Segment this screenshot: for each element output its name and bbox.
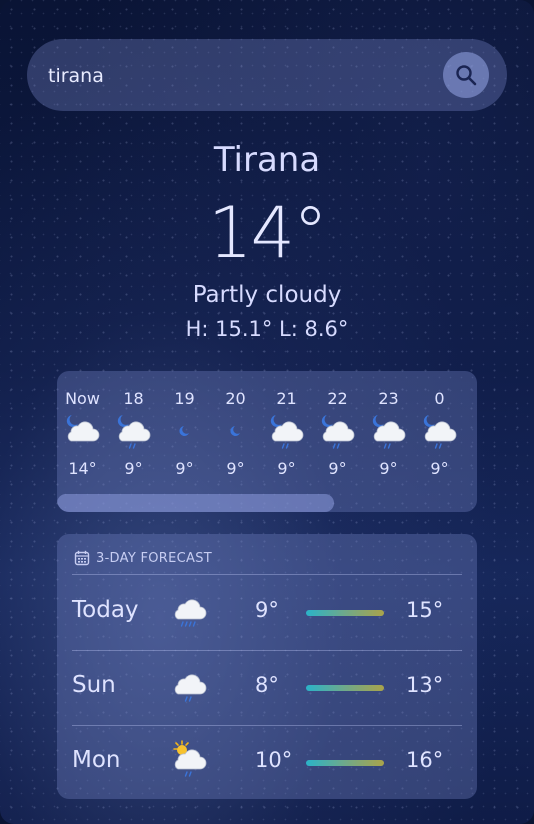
calendar-icon <box>74 550 90 566</box>
hour-time: 20 <box>225 389 246 408</box>
hour-temp: 9° <box>124 459 143 478</box>
current-temperature: 14° <box>207 192 328 274</box>
hourly-item: 20 9° <box>210 371 261 478</box>
temperature-range-bar <box>306 685 384 691</box>
search-button[interactable] <box>443 52 489 98</box>
forecast-high: 16° <box>406 748 444 772</box>
hour-time: 18 <box>123 389 144 408</box>
forecast-icon <box>170 664 210 704</box>
forecast-row: Mon 10° 16° <box>57 725 477 800</box>
forecast-row: Sun 8° 13° <box>57 650 477 725</box>
moon-icon <box>178 426 189 436</box>
moon-cloud-rain-icon <box>321 415 354 449</box>
sun-cloud-rain-icon <box>173 740 207 777</box>
hour-icon <box>414 409 465 453</box>
moon-cloud-rain-icon <box>270 415 303 449</box>
forecast-low: 8° <box>255 673 279 697</box>
forecast-low: 9° <box>255 598 279 622</box>
temperature-range-bar <box>306 610 384 616</box>
cloud-heavy-rain-icon <box>174 599 207 627</box>
search-input[interactable] <box>46 39 430 113</box>
moon-cloud-rain-icon <box>117 415 150 449</box>
forecast-high: 15° <box>406 598 444 622</box>
moon-icon <box>229 426 240 436</box>
current-condition: Partly cloudy <box>192 282 342 308</box>
hourly-item: 19 9° <box>159 371 210 478</box>
hourly-item: 18 9° <box>108 371 159 478</box>
hour-temp: 9° <box>430 459 449 478</box>
search-bar <box>27 39 507 113</box>
hour-temp: 9° <box>226 459 245 478</box>
hourly-scrollbar[interactable] <box>57 494 334 512</box>
hourly-item: Now 14° <box>57 371 108 478</box>
forecast-header: 3-DAY FORECAST <box>74 550 212 566</box>
forecast-low: 10° <box>255 748 293 772</box>
hour-time: Now <box>65 389 100 408</box>
forecast-icon <box>170 739 210 779</box>
hour-icon <box>312 409 363 453</box>
hourly-item: 22 9° <box>312 371 363 478</box>
forecast-title: 3-DAY FORECAST <box>96 550 213 566</box>
hour-icon <box>363 409 414 453</box>
hourly-item: 0 9° <box>414 371 465 478</box>
hour-icon <box>159 409 210 453</box>
cloud-rain-icon <box>174 674 207 702</box>
city-name: Tirana <box>213 140 321 180</box>
hour-temp: 14° <box>68 459 97 478</box>
forecast-high: 13° <box>406 673 444 697</box>
hour-time: 0 <box>434 389 445 408</box>
hour-temp: 9° <box>379 459 398 478</box>
forecast-icon <box>170 589 210 629</box>
hourly-item: 23 9° <box>363 371 414 478</box>
hour-icon <box>261 409 312 453</box>
moon-cloud-rain-icon <box>423 415 456 449</box>
hourly-forecast[interactable]: Now 14° 18 9° 19 9° 20 9° 21 9° 22 9° 23 9° 0 9° <box>57 371 477 512</box>
high-low: H: 15.1° L: 8.6° <box>185 317 349 341</box>
moon-cloud-icon <box>66 415 99 442</box>
hour-temp: 9° <box>277 459 296 478</box>
hourly-list: Now 14° 18 9° 19 9° 20 9° 21 9° 22 9° 23 9° 0 9° <box>57 371 465 478</box>
forecast-day: Today <box>72 597 139 623</box>
moon-cloud-rain-icon <box>372 415 405 449</box>
hour-time: 21 <box>276 389 297 408</box>
hour-temp: 9° <box>175 459 194 478</box>
hour-time: 23 <box>378 389 399 408</box>
hourly-item: 21 9° <box>261 371 312 478</box>
hour-temp: 9° <box>328 459 347 478</box>
daily-forecast: 3-DAY FORECAST Today 9° 15° Sun 8° 13° Mon 10° 1… <box>57 534 477 799</box>
forecast-day: Sun <box>72 672 116 698</box>
hour-icon <box>108 409 159 453</box>
hour-icon <box>57 409 108 453</box>
hour-time: 22 <box>327 389 348 408</box>
weather-app: Tirana 14° Partly cloudy H: 15.1° L: 8.6… <box>0 0 534 824</box>
forecast-row: Today 9° 15° <box>57 575 477 650</box>
search-icon <box>456 65 477 86</box>
temperature-range-bar <box>306 760 384 766</box>
forecast-day: Mon <box>72 747 121 773</box>
hour-time: 19 <box>174 389 195 408</box>
hour-icon <box>210 409 261 453</box>
